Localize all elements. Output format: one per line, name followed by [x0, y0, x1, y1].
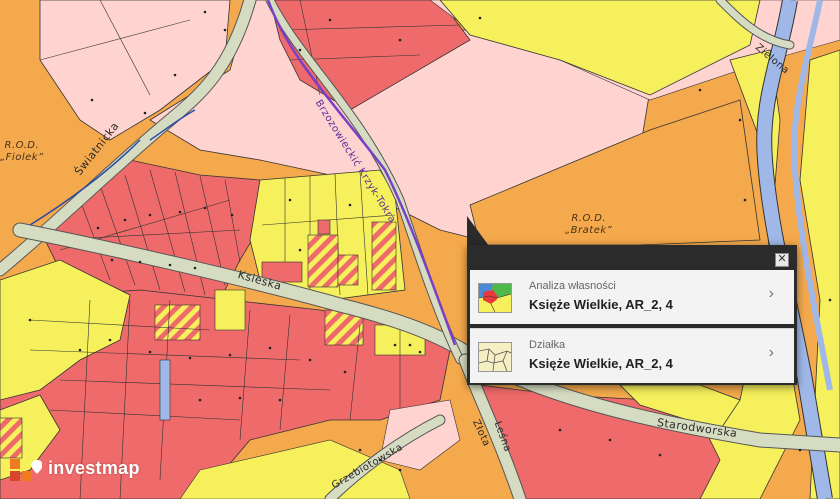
popup-item-title: Księże Wielkie, AR_2, 4: [529, 356, 673, 371]
allotment-label-bratek: R.O.D. „Bratek”: [565, 213, 613, 236]
chevron-right-icon: ›: [768, 344, 774, 361]
popup-item-title: Księże Wielkie, AR_2, 4: [529, 297, 673, 312]
parcel-icon: [478, 342, 512, 372]
investmap-logo-icon: [10, 459, 42, 481]
hatched-parcel: [154, 304, 201, 341]
popup-item-subtitle: Analiza własności: [529, 280, 616, 292]
ownership-analysis-icon: [478, 283, 512, 313]
hatched-parcel: [307, 234, 339, 288]
popup-pointer: [467, 216, 489, 246]
chevron-right-icon: ›: [768, 285, 774, 302]
hatched-parcel: [371, 221, 397, 291]
hatched-parcel: [0, 417, 23, 459]
popup-item-parcel[interactable]: Działka Księże Wielkie, AR_2, 4 ›: [470, 328, 794, 383]
canal: [159, 359, 171, 421]
feature-info-popup: ✕ Analiza własności Księże Wielkie, AR_2…: [467, 245, 797, 385]
popup-item-subtitle: Działka: [529, 339, 566, 351]
brand-name: investmap: [48, 458, 140, 478]
popup-item-ownership-analysis[interactable]: Analiza własności Księże Wielkie, AR_2, …: [470, 270, 794, 324]
close-icon[interactable]: ✕: [775, 253, 789, 267]
allotment-label-fiolek: R.O.D. „Fiolek”: [0, 140, 44, 163]
hatched-parcel: [337, 254, 359, 286]
hatched-parcel: [214, 289, 246, 331]
hatched-parcel: [317, 219, 331, 235]
